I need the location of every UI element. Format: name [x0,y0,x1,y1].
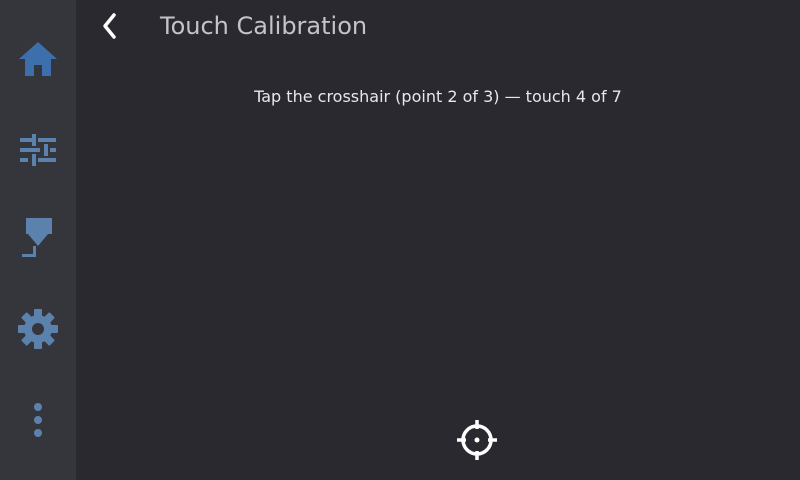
more-vertical-icon [32,402,44,438]
sidebar-item-more[interactable] [0,388,76,452]
app-window: Touch Calibration Tap the crosshair (poi… [0,0,800,480]
extruder-icon [18,216,58,260]
sidebar-item-settings[interactable] [0,297,76,361]
header: Touch Calibration [76,0,800,58]
page-title: Touch Calibration [160,12,368,40]
home-icon [17,40,59,78]
calibration-instruction: Tap the crosshair (point 2 of 3) — touch… [254,87,622,106]
sidebar-item-home[interactable] [0,27,76,91]
sidebar-item-tune[interactable] [0,118,76,182]
sidebar-item-extrude[interactable] [0,206,76,270]
calibration-target[interactable] [456,419,498,461]
sidebar [0,0,76,480]
chevron-left-icon [100,12,120,44]
crosshair-icon [456,420,498,465]
back-button[interactable] [96,10,124,46]
sliders-icon [18,130,58,170]
gear-icon [17,308,59,350]
